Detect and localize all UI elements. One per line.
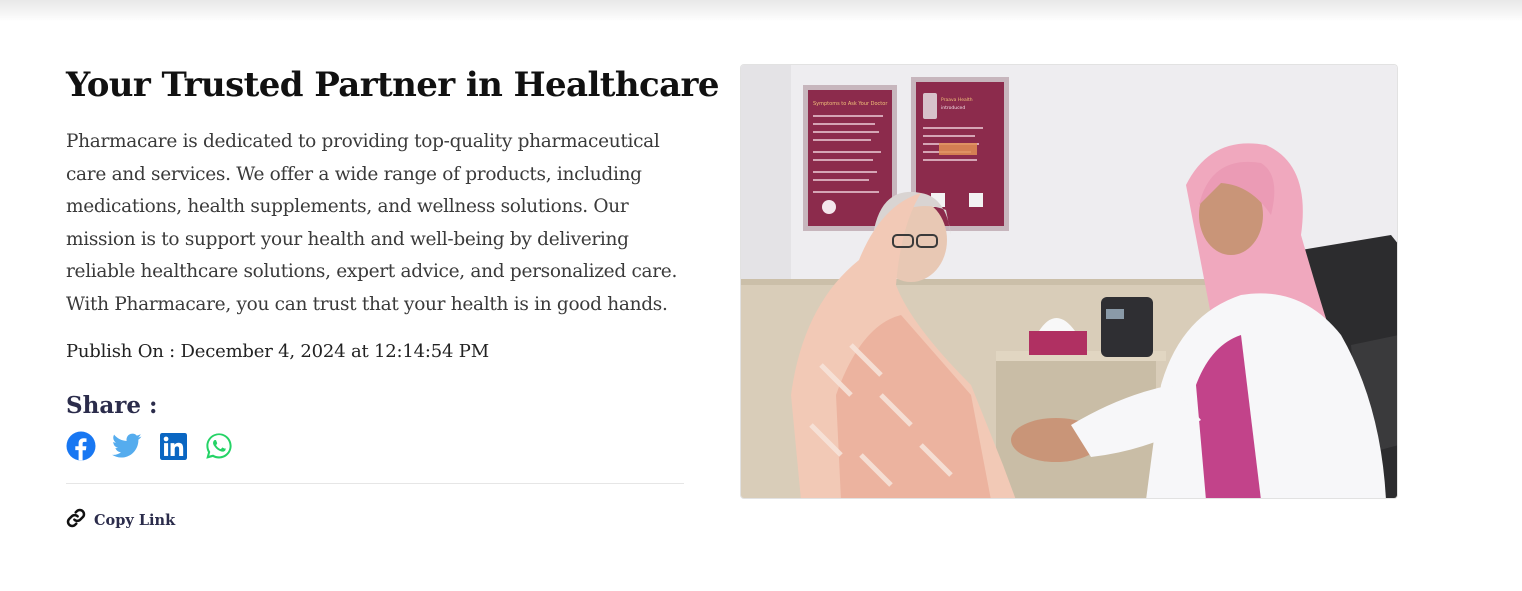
twitter-icon[interactable] bbox=[112, 431, 142, 461]
linkedin-icon[interactable] bbox=[158, 431, 188, 461]
article-content: Your Trusted Partner in Healthcare Pharm… bbox=[66, 62, 720, 532]
share-title: Share : bbox=[66, 392, 158, 419]
svg-text:Symptoms to Ask Your Doctor: Symptoms to Ask Your Doctor bbox=[813, 101, 888, 107]
link-icon bbox=[66, 508, 86, 532]
article-body: Pharmacare is dedicated to providing top… bbox=[66, 131, 678, 315]
svg-text:Praava Health: Praava Health bbox=[941, 97, 973, 103]
share-icons bbox=[66, 431, 686, 461]
facebook-icon[interactable] bbox=[66, 431, 96, 461]
whatsapp-icon[interactable] bbox=[204, 431, 234, 461]
publish-date: Publish On : December 4, 2024 at 12:14:5… bbox=[66, 341, 489, 362]
header-shadow bbox=[0, 0, 1522, 22]
svg-text:introduced: introduced bbox=[941, 105, 965, 111]
article-image: Symptoms to Ask Your Doctor Praava Healt… bbox=[740, 64, 1398, 499]
divider bbox=[66, 483, 684, 484]
article-title: Your Trusted Partner in Healthcare bbox=[66, 65, 720, 105]
copy-link-label: Copy Link bbox=[94, 511, 176, 529]
copy-link-button[interactable]: Copy Link bbox=[66, 508, 686, 532]
